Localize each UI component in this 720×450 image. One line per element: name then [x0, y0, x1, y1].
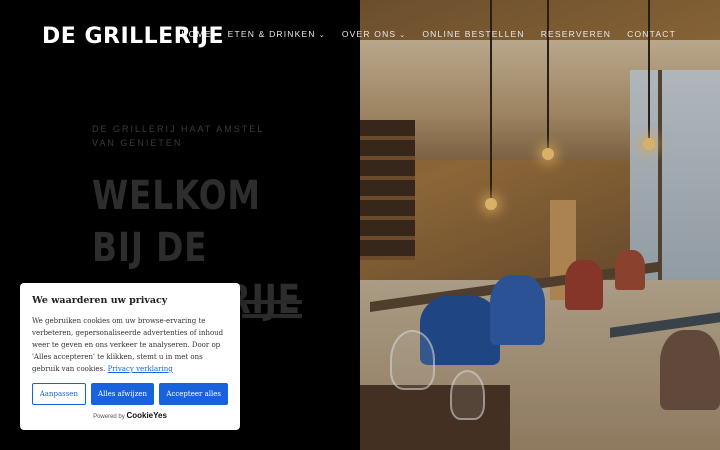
- privacy-link[interactable]: Privacy verklaring: [108, 365, 173, 373]
- nav-home[interactable]: HOME: [181, 29, 211, 39]
- cookie-consent-dialog: We waarderen uw privacy We gebruiken coo…: [20, 283, 240, 430]
- powered-by: Powered by CookieYes: [93, 411, 167, 420]
- nav-contact[interactable]: CONTACT: [627, 29, 676, 39]
- nav-reserveren[interactable]: RESERVEREN: [541, 29, 611, 39]
- nav-online-bestellen[interactable]: ONLINE BESTELLEN: [422, 29, 524, 39]
- cookie-title: We waarderen uw privacy: [32, 295, 168, 306]
- hero-decoration: [242, 300, 302, 340]
- reject-all-button[interactable]: Alles afwijzen: [90, 383, 155, 405]
- cookieyes-logo[interactable]: CookieYes: [126, 411, 166, 420]
- nav-over-ons[interactable]: OVER ONS ⌄: [342, 29, 407, 39]
- cookie-buttons: Aanpassen Alles afwijzen Accepteer alles: [32, 383, 228, 405]
- cookie-text: We gebruiken cookies om uw browse-ervari…: [32, 315, 228, 375]
- chevron-down-icon: ⌄: [318, 32, 326, 39]
- chevron-down-icon: ⌄: [399, 32, 407, 39]
- nav-eten-drinken[interactable]: ETEN & DRINKEN ⌄: [228, 29, 326, 39]
- restaurant-interior-photo: [360, 0, 720, 450]
- hero-eyebrow: DE GRILLERIJ HAAT AMSTEL VAN GENIETEN: [92, 124, 264, 148]
- accept-all-button[interactable]: Accepteer alles: [159, 383, 228, 405]
- customize-button[interactable]: Aanpassen: [32, 383, 86, 405]
- main-nav: HOME ETEN & DRINKEN ⌄ OVER ONS ⌄ ONLINE BE…: [181, 29, 676, 39]
